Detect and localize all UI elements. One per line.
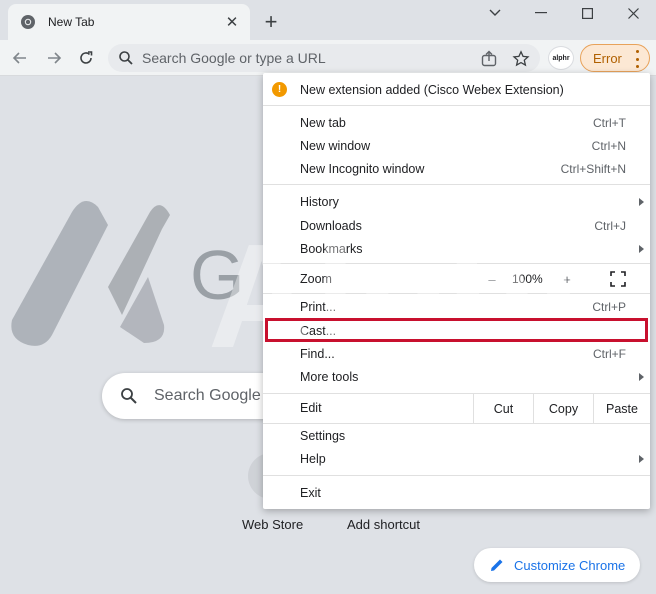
menu-item-exit[interactable]: Exit [263,482,650,504]
pencil-icon [491,559,503,571]
bookmark-star-icon[interactable] [512,50,530,68]
arrow-left-icon [12,52,26,64]
menu-item-downloads[interactable]: Downloads Ctrl+J [263,215,650,237]
forward-button[interactable] [40,44,68,72]
menu-separator [263,475,650,476]
omnibox[interactable] [108,44,540,72]
close-window-button[interactable] [610,0,656,26]
customize-chrome-button[interactable]: Customize Chrome [474,548,640,582]
shortcut-web-store[interactable]: Web Store [242,517,303,532]
chrome-icon [21,15,35,29]
new-tab-button[interactable]: + [259,10,283,34]
search-icon [121,388,137,404]
menu-separator [263,105,650,106]
close-tab-icon[interactable]: ✕ [220,10,244,34]
paste-button[interactable]: Paste [593,394,650,423]
tab-new-tab[interactable]: New Tab ✕ [8,4,250,40]
menu-row-edit: Edit Cut Copy Paste [263,394,650,423]
arrow-right-icon [48,52,62,64]
edit-label: Edit [300,401,322,415]
chrome-main-menu: ! New extension added (Cisco Webex Exten… [263,73,650,509]
omnibox-input[interactable] [142,50,462,66]
menu-item-find[interactable]: Find... Ctrl+F [263,343,650,365]
menu-item-new-window[interactable]: New window Ctrl+N [263,135,650,157]
submenu-arrow-icon [639,245,644,253]
maximize-button[interactable] [564,0,610,26]
tab-search-icon[interactable] [472,0,518,26]
shortcut-add[interactable]: Add shortcut [347,517,420,532]
share-icon[interactable] [480,50,498,68]
google-logo: G [190,236,245,314]
customize-chrome-label: Customize Chrome [514,557,626,573]
menu-item-cast[interactable]: Cast... [263,320,650,342]
submenu-arrow-icon [639,455,644,463]
back-button[interactable] [6,44,34,72]
tab-title: New Tab [48,15,95,29]
menu-item-more-tools[interactable]: More tools [263,366,650,388]
title-bar: New Tab ✕ + [0,0,656,40]
menu-item-new-tab[interactable]: New tab Ctrl+T [263,112,650,134]
error-label: Error [593,50,622,66]
menu-item-help[interactable]: Help [263,448,650,470]
ntp-search-placeholder: Search Google [154,387,261,404]
error-menu-button[interactable]: Error [580,44,650,72]
reload-button[interactable] [72,44,100,72]
submenu-arrow-icon [639,198,644,206]
cut-button[interactable]: Cut [473,394,533,423]
menu-item-extension-notice[interactable]: ! New extension added (Cisco Webex Exten… [263,76,650,103]
zoom-level: 100% [512,272,543,286]
menu-separator [263,423,650,424]
profile-avatar[interactable]: alphr [548,46,574,70]
copy-button[interactable]: Copy [533,394,593,423]
menu-item-settings[interactable]: Settings [263,425,650,447]
warning-icon: ! [272,82,287,97]
zoom-in-button[interactable]: + [555,268,579,290]
reload-icon [80,51,93,64]
zoom-out-button[interactable]: – [480,268,504,290]
menu-item-bookmarks[interactable]: Bookmarks [263,238,650,260]
menu-separator [263,184,650,185]
kebab-menu-icon [635,50,639,68]
minimize-button[interactable] [518,0,564,26]
menu-item-history[interactable]: History [263,191,650,213]
submenu-arrow-icon [639,373,644,381]
search-icon [119,51,133,65]
menu-item-print[interactable]: Print... Ctrl+P [263,296,650,318]
menu-separator [263,293,650,294]
fullscreen-icon[interactable] [610,271,626,287]
menu-item-zoom: Zoom – 100% + [263,268,650,290]
menu-separator [263,263,650,264]
menu-item-new-incognito[interactable]: New Incognito window Ctrl+Shift+N [263,158,650,180]
